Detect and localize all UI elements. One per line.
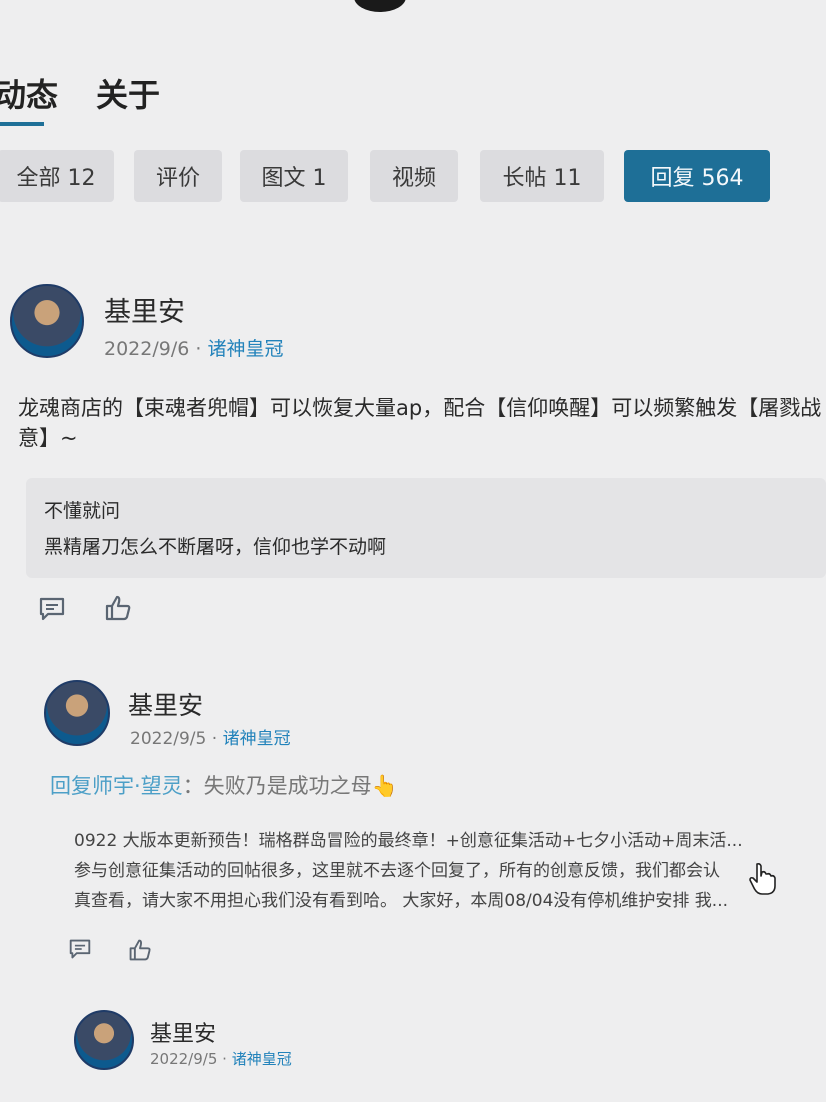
- filter-reply[interactable]: 回复 564: [624, 150, 770, 202]
- meta-separator: ·: [189, 338, 208, 360]
- quoted-post[interactable]: 不懂就问 黑精屠刀怎么不断屠呀，信仰也学不动啊: [26, 478, 826, 578]
- game-link[interactable]: 诸神皇冠: [223, 729, 291, 749]
- active-tab-indicator: [0, 122, 44, 126]
- snippet-line[interactable]: 参与创意征集活动的回帖很多，这里就不去逐个回复了，所有的创意反馈，我们都会认: [74, 858, 720, 884]
- camera-notch: [354, 0, 406, 12]
- filter-video[interactable]: 视频: [370, 150, 458, 202]
- tab-about[interactable]: 关于: [96, 70, 160, 116]
- snippet-line[interactable]: 真查看，请大家不用担心我们没有看到哈。 大家好，本周08/04没有停机维护安排 …: [74, 888, 728, 914]
- post-body-line: 意】~: [18, 426, 78, 450]
- filter-all[interactable]: 全部 12: [0, 150, 114, 202]
- quote-title: 不懂就问: [44, 500, 121, 522]
- author-name[interactable]: 基里安: [104, 290, 185, 329]
- avatar[interactable]: [10, 284, 84, 358]
- filter-image-text[interactable]: 图文 1: [240, 150, 348, 202]
- post-date: 2022/9/6: [104, 338, 190, 360]
- avatar[interactable]: [44, 680, 110, 746]
- tab-feed[interactable]: 动态: [0, 70, 58, 116]
- comment-icon[interactable]: [38, 596, 66, 622]
- reply-header: 回复师宇·望灵：失败乃是成功之母👆: [50, 770, 398, 800]
- reply-text: ：失败乃是成功之母👆: [182, 774, 398, 798]
- filter-long-post[interactable]: 长帖 11: [480, 150, 604, 202]
- like-icon[interactable]: [128, 938, 152, 962]
- like-icon[interactable]: [104, 594, 132, 622]
- comment-icon[interactable]: [68, 938, 92, 960]
- post-date: 2022/9/5: [150, 1050, 218, 1068]
- post-meta: 2022/9/5 · 诸神皇冠: [130, 724, 291, 749]
- reply-label: 回复: [50, 774, 92, 798]
- quote-text: 黑精屠刀怎么不断屠呀，信仰也学不动啊: [44, 536, 387, 558]
- post-body-line: 龙魂商店的【束魂者兜帽】可以恢复大量ap，配合【信仰唤醒】可以频繁触发【屠戮战: [18, 396, 822, 420]
- post-meta: 2022/9/6 · 诸神皇冠: [104, 334, 283, 361]
- game-link[interactable]: 诸神皇冠: [207, 338, 283, 360]
- snippet-line[interactable]: 0922 大版本更新预告！瑞格群岛冒险的最终章！+创意征集活动+七夕小活动+周末…: [74, 828, 743, 854]
- avatar[interactable]: [74, 1010, 134, 1070]
- author-name[interactable]: 基里安: [150, 1016, 216, 1048]
- author-name[interactable]: 基里安: [128, 686, 203, 722]
- post-meta: 2022/9/5 · 诸神皇冠: [150, 1048, 292, 1069]
- meta-separator: ·: [217, 1050, 232, 1068]
- post-date: 2022/9/5: [130, 729, 207, 749]
- cursor-icon: [749, 862, 776, 895]
- filter-review[interactable]: 评价: [134, 150, 222, 202]
- reply-user-link[interactable]: 师宇·望灵: [92, 774, 183, 798]
- filter-bar: 全部 12 评价 图文 1 视频 长帖 11 回复 564: [0, 150, 826, 202]
- meta-separator: ·: [206, 729, 223, 749]
- game-link[interactable]: 诸神皇冠: [232, 1050, 292, 1068]
